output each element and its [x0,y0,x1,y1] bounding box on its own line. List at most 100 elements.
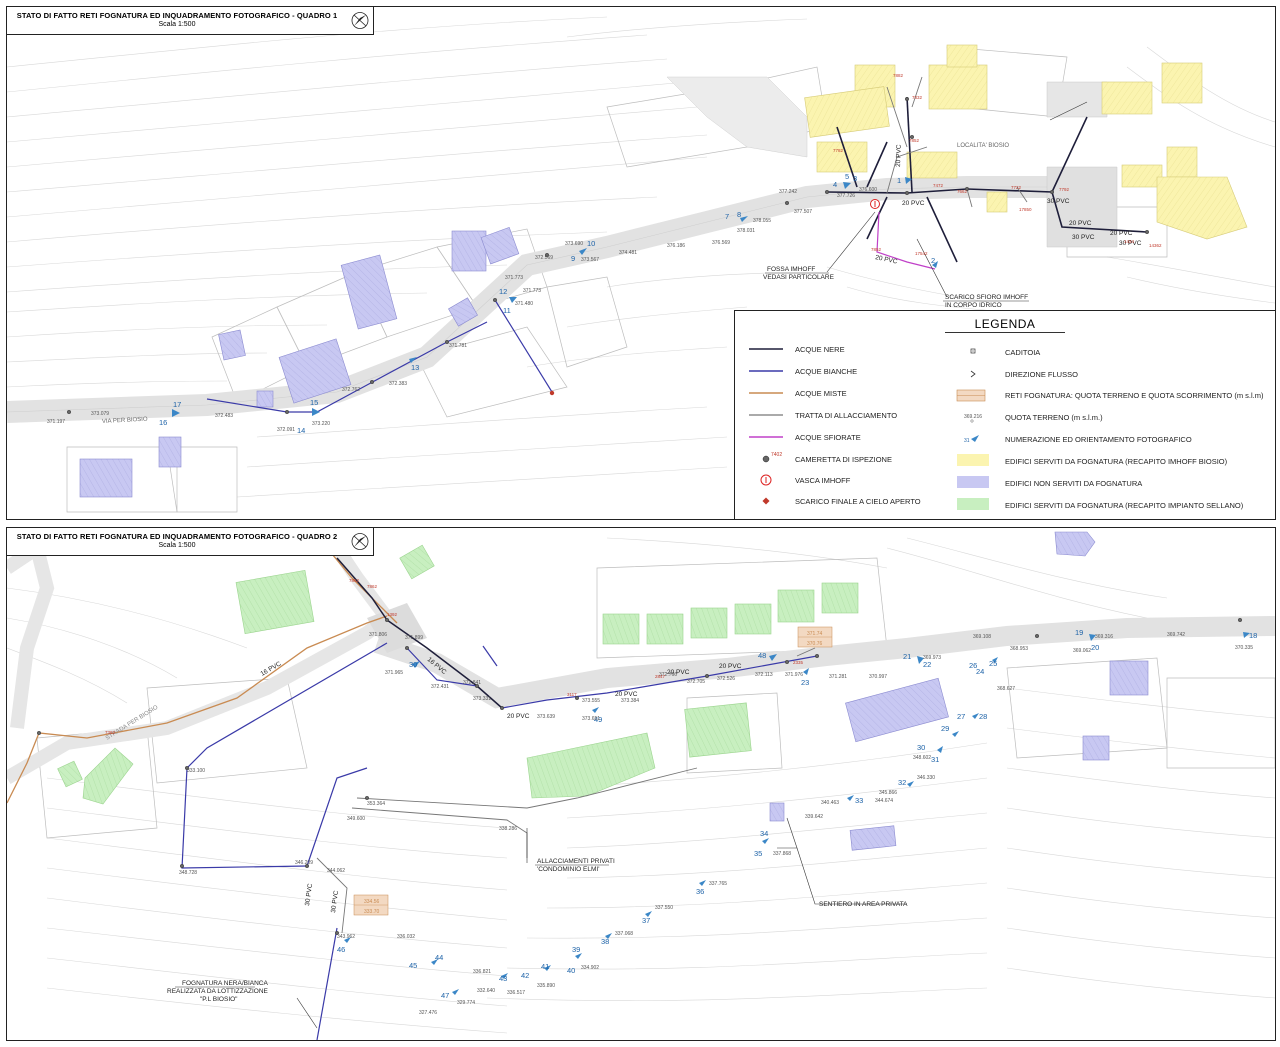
photo-number: 8 [737,210,741,219]
panel-title: STATO DI FATTO RETI FOGNATURA ED INQUADR… [16,11,338,20]
photo-number: 18 [1249,631,1257,640]
photo-number: 17 [173,400,181,409]
overflow-annotation-sub: IN CORPO IDRICO [945,302,1002,309]
elevation: 334.902 [581,965,599,971]
elevation: 345.866 [879,790,897,796]
pipe-label: 30 PVC [1047,198,1070,205]
private-connection-annotation: ALLACCIAMENTI PRIVATI [537,858,615,865]
svg-text:14362: 14362 [1149,243,1162,248]
svg-text:7722: 7722 [1011,185,1022,190]
elevation: 349.600 [347,816,365,822]
elevation: 372.569 [535,255,553,261]
photo-number: 27 [957,712,965,721]
elevation: 372.383 [389,381,407,387]
photo-number: 33 [855,796,863,805]
legend-photo-sample: 31 [964,438,970,444]
photo-number: 1 [897,176,901,185]
elevation: 332.640 [477,988,495,994]
svg-text:7852: 7852 [871,247,882,252]
elevation: 373.331 [473,696,491,702]
svg-text:7792: 7792 [1059,187,1070,192]
photo-number: 30 [409,660,417,669]
photo-number: 40 [567,966,575,975]
legend-manhole-sample: 7402 [771,452,782,458]
elevation: 369.973 [923,655,941,661]
elevation: 373.567 [581,257,599,263]
photo-number: 9 [571,254,575,263]
legend-elevation-sample: 369.216 [964,414,982,420]
elevation: 370.335 [1235,645,1253,651]
elevation: 368.953 [1010,646,1028,652]
elevation: 378.031 [737,228,755,234]
svg-text:7882: 7882 [893,73,904,78]
elevation: 337.765 [709,881,727,887]
pipe-label: 20 PVC [719,663,742,670]
elevation: 374.481 [619,250,637,256]
elevation: 337.068 [615,931,633,937]
elevation: 368.627 [997,686,1015,692]
private-path-annotation: SENTIERO IN AREA PRIVATA [819,901,908,908]
elevation: 344.062 [327,868,345,874]
annotations-1: FOSSA IMHOFF VEDASI PARTICOLARE SCARICO … [763,266,1029,309]
photo-number: 28 [979,712,987,721]
pipe-label: 20 PVC [667,669,690,676]
elevation: 336.517 [507,990,525,996]
legend-label: ACQUE MISTE [795,389,847,398]
photo-number: 14 [297,426,305,435]
legend-label: ACQUE BIANCHE [795,367,858,376]
elevation: 372.113 [755,672,773,678]
open-discharge-icon [549,390,555,396]
elevation: 333.100 [187,768,205,774]
photo-number: 48 [758,651,766,660]
svg-text:7472: 7472 [933,183,944,188]
elevation: 377.726 [837,193,855,199]
legend-label: EDIFICI NON SERVITI DA FOGNATURA [1005,479,1143,488]
elevation: 373.555 [582,698,600,704]
photo-number: 19 [1075,628,1083,637]
elevation: 370.997 [869,674,887,680]
pipe-label: 20 PVC [615,691,638,698]
elevation: 373.639 [537,714,555,720]
legend-label: SCARICO FINALE A CIELO APERTO [795,497,921,506]
overflow-annotation: SCARICO SFIORO IMHOFF [945,294,1028,301]
elevation: 344.674 [875,798,893,804]
photo-number: 4 [833,180,837,189]
elevation: 372.431 [431,684,449,690]
legend-label: RETI FOGNATURA: QUOTA TERRENO E QUOTA SC… [1005,391,1264,400]
photo-number: 47 [441,991,449,1000]
elevation: 378.055 [753,218,771,224]
legend-label: ACQUE NERE [795,345,845,354]
photo-number: 26 [969,661,977,670]
legend-label: QUOTA TERRENO (m s.l.m.) [1005,413,1103,422]
elevation: 372.841 [463,680,481,686]
elevation: 348.728 [179,870,197,876]
imhoff-tank-icon [870,199,880,209]
svg-text:7832: 7832 [912,95,923,100]
photo-number: 39 [572,945,580,954]
map-canvas-2: 30 49 48 23 22 21 24 25 19 20 18 26 27 2… [7,531,1275,1040]
elevation: 369.062 [1073,648,1091,654]
photo-number: 16 [159,418,167,427]
elevation: 338.286 [499,826,517,832]
photo-number: 13 [411,363,419,372]
elevation: 329.774 [457,1000,475,1006]
photo-number: 35 [754,849,762,858]
svg-text:7862: 7862 [349,578,360,583]
north-arrow-box-1 [347,7,374,35]
pipe-label: 30 PVC [304,883,314,906]
contour-lines-2 [7,537,1275,1034]
photo-number: 37 [642,916,650,925]
elevation: 376.186 [667,243,685,249]
elevation: 372.705 [687,679,705,685]
elevation: 372.526 [717,676,735,682]
elevation: 371.806 [369,632,387,638]
photo-number: 3 [853,174,857,183]
photo-number: 21 [903,652,911,661]
quota-tag: 333.70 [364,909,380,915]
elevation: 369.742 [1167,632,1185,638]
svg-text:17850: 17850 [1019,207,1032,212]
elevation: 371.480 [515,301,533,307]
elevation: 371.781 [449,343,467,349]
elevation: 371.773 [505,275,523,281]
elevation: 371.976 [785,672,803,678]
